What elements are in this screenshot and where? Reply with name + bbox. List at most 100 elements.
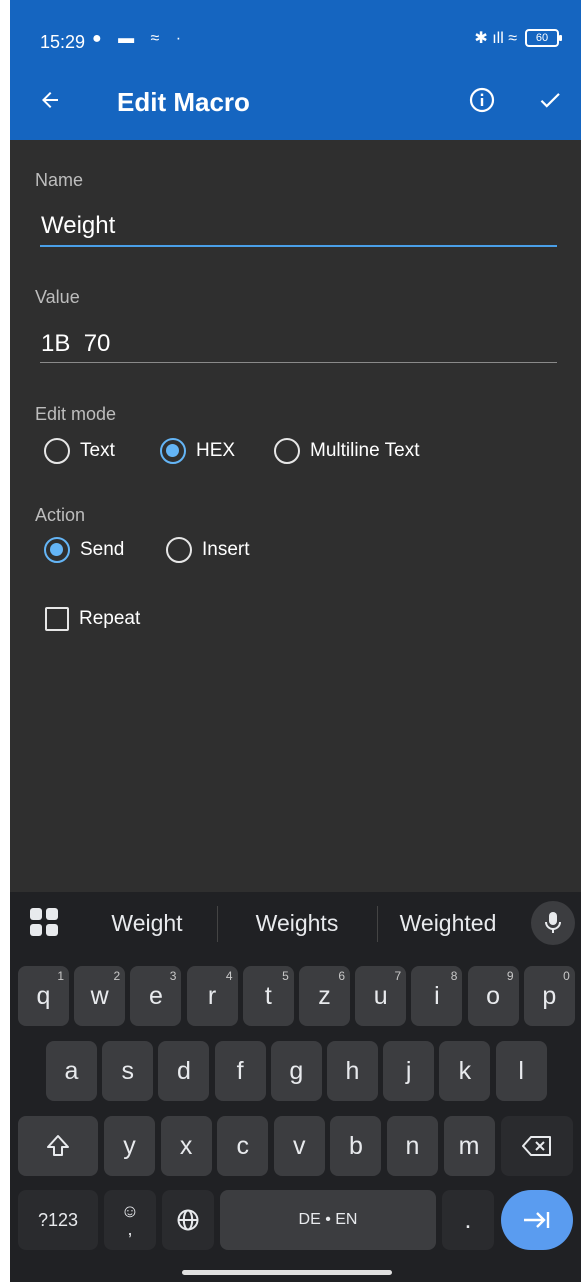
key-number-hint: 1 xyxy=(57,969,64,983)
key-number-hint: 3 xyxy=(169,969,177,983)
key-number-hint: 5 xyxy=(282,969,289,983)
key-m[interactable]: m xyxy=(443,1116,495,1176)
value-input[interactable]: 1B 70 xyxy=(41,330,110,358)
microphone-button[interactable] xyxy=(531,901,575,945)
checkbox-icon xyxy=(45,607,69,631)
emoji-comma-key[interactable]: ☺ , xyxy=(104,1190,156,1250)
name-input[interactable]: Weight xyxy=(41,212,115,240)
status-bar: 15:29 ● ▬ ≈ · ✱ ıll ≈ 60 xyxy=(10,10,581,60)
key-w[interactable]: w2 xyxy=(74,966,126,1026)
key-t[interactable]: t5 xyxy=(242,966,294,1026)
toolbar: Edit Macro xyxy=(10,60,581,140)
value-input-underline xyxy=(40,362,557,363)
notification-icons: ● ▬ ≈ · xyxy=(92,30,188,47)
key-b[interactable]: b xyxy=(330,1116,382,1176)
name-input-underline xyxy=(40,245,557,247)
key-x[interactable]: x xyxy=(160,1116,212,1176)
microphone-icon xyxy=(545,912,561,933)
key-number-hint: 2 xyxy=(113,969,121,983)
save-button[interactable] xyxy=(530,80,570,120)
suggestion-bar: Weight Weights Weighted xyxy=(10,892,581,956)
system-icons: ✱ ıll ≈ 60 xyxy=(474,28,562,48)
edit-mode-hex-radio[interactable]: HEX xyxy=(160,438,235,464)
soft-keyboard: Weight Weights Weighted q1w2e3r4t5z6u7i8… xyxy=(10,892,581,1282)
key-p[interactable]: p0 xyxy=(523,966,575,1026)
edit-mode-multiline-radio[interactable]: Multiline Text xyxy=(274,438,419,464)
language-key[interactable] xyxy=(162,1190,214,1250)
bluetooth-signal-wifi-icons: ✱ ıll ≈ xyxy=(474,30,517,47)
key-l[interactable]: l xyxy=(495,1041,547,1101)
key-number-hint: 4 xyxy=(225,969,233,983)
page-title: Edit Macro xyxy=(117,87,250,117)
radio-unchecked-icon xyxy=(274,438,300,464)
back-button[interactable] xyxy=(30,80,70,120)
key-c[interactable]: c xyxy=(217,1116,269,1176)
period-key[interactable]: . xyxy=(442,1190,494,1250)
key-number-hint: 8 xyxy=(450,969,458,983)
tab-next-icon xyxy=(524,1212,550,1228)
action-send-label: Send xyxy=(80,539,125,560)
key-a[interactable]: a xyxy=(46,1041,97,1101)
arrow-left-icon xyxy=(42,92,58,108)
key-q[interactable]: q1 xyxy=(18,966,69,1026)
radio-unchecked-icon xyxy=(166,537,192,563)
key-j[interactable]: j xyxy=(383,1041,435,1101)
suggestion-1[interactable]: Weight xyxy=(102,910,192,937)
space-key[interactable]: DE • EN xyxy=(220,1190,436,1250)
apps-grid-icon[interactable] xyxy=(30,908,58,936)
edit-mode-label: Edit mode xyxy=(35,404,117,424)
key-number-hint: 9 xyxy=(506,969,514,983)
key-o[interactable]: o9 xyxy=(467,966,519,1026)
key-g[interactable]: g xyxy=(270,1041,322,1101)
key-f[interactable]: f xyxy=(214,1041,266,1101)
radio-unchecked-icon xyxy=(44,438,70,464)
radio-checked-icon xyxy=(44,537,70,563)
backspace-key[interactable] xyxy=(501,1116,573,1176)
check-icon xyxy=(540,93,560,108)
shift-key[interactable] xyxy=(18,1116,98,1176)
key-s[interactable]: s xyxy=(102,1041,154,1101)
shift-icon xyxy=(47,1135,69,1156)
key-h[interactable]: h xyxy=(327,1041,378,1101)
key-number-hint: 7 xyxy=(394,969,402,983)
key-k[interactable]: k xyxy=(439,1041,491,1101)
repeat-label: Repeat xyxy=(79,608,141,629)
key-d[interactable]: d xyxy=(158,1041,210,1101)
key-v[interactable]: v xyxy=(273,1116,325,1176)
comma-label: , xyxy=(127,1219,133,1239)
repeat-checkbox[interactable]: Repeat xyxy=(45,607,140,631)
suggestion-divider xyxy=(377,906,378,942)
action-insert-radio[interactable]: Insert xyxy=(166,537,250,563)
battery-icon: 60 xyxy=(525,29,562,47)
app-bar: 15:29 ● ▬ ≈ · ✱ ıll ≈ 60 Edit Macro xyxy=(10,0,581,140)
enter-key[interactable] xyxy=(501,1190,573,1250)
edit-mode-hex-label: HEX xyxy=(196,440,236,461)
key-z[interactable]: z6 xyxy=(299,966,350,1026)
symbols-key[interactable]: ?123 xyxy=(18,1190,98,1250)
edit-mode-multiline-label: Multiline Text xyxy=(310,440,420,461)
globe-icon xyxy=(177,1209,199,1231)
suggestion-3[interactable]: Weighted xyxy=(388,910,508,937)
key-r[interactable]: r4 xyxy=(186,966,238,1026)
status-time: 15:29 xyxy=(40,32,86,52)
suggestion-2[interactable]: Weights xyxy=(242,910,352,937)
edit-mode-text-radio[interactable]: Text xyxy=(44,438,115,464)
backspace-icon xyxy=(522,1136,551,1156)
key-y[interactable]: y xyxy=(104,1116,155,1176)
key-u[interactable]: u7 xyxy=(355,966,407,1026)
value-label: Value xyxy=(35,287,80,307)
edit-mode-text-label: Text xyxy=(80,440,115,461)
suggestion-divider xyxy=(217,906,218,942)
name-label: Name xyxy=(35,170,84,190)
key-i[interactable]: i8 xyxy=(411,966,463,1026)
action-insert-label: Insert xyxy=(202,539,250,560)
key-e[interactable]: e3 xyxy=(130,966,182,1026)
info-button[interactable] xyxy=(462,80,502,120)
info-icon xyxy=(469,87,495,113)
home-indicator[interactable] xyxy=(182,1270,392,1275)
key-number-hint: 6 xyxy=(338,969,345,983)
phone-screen: 15:29 ● ▬ ≈ · ✱ ıll ≈ 60 Edit Macro Name… xyxy=(10,0,581,1282)
key-n[interactable]: n xyxy=(387,1116,438,1176)
action-send-radio[interactable]: Send xyxy=(44,537,124,563)
key-number-hint: 0 xyxy=(563,969,570,983)
